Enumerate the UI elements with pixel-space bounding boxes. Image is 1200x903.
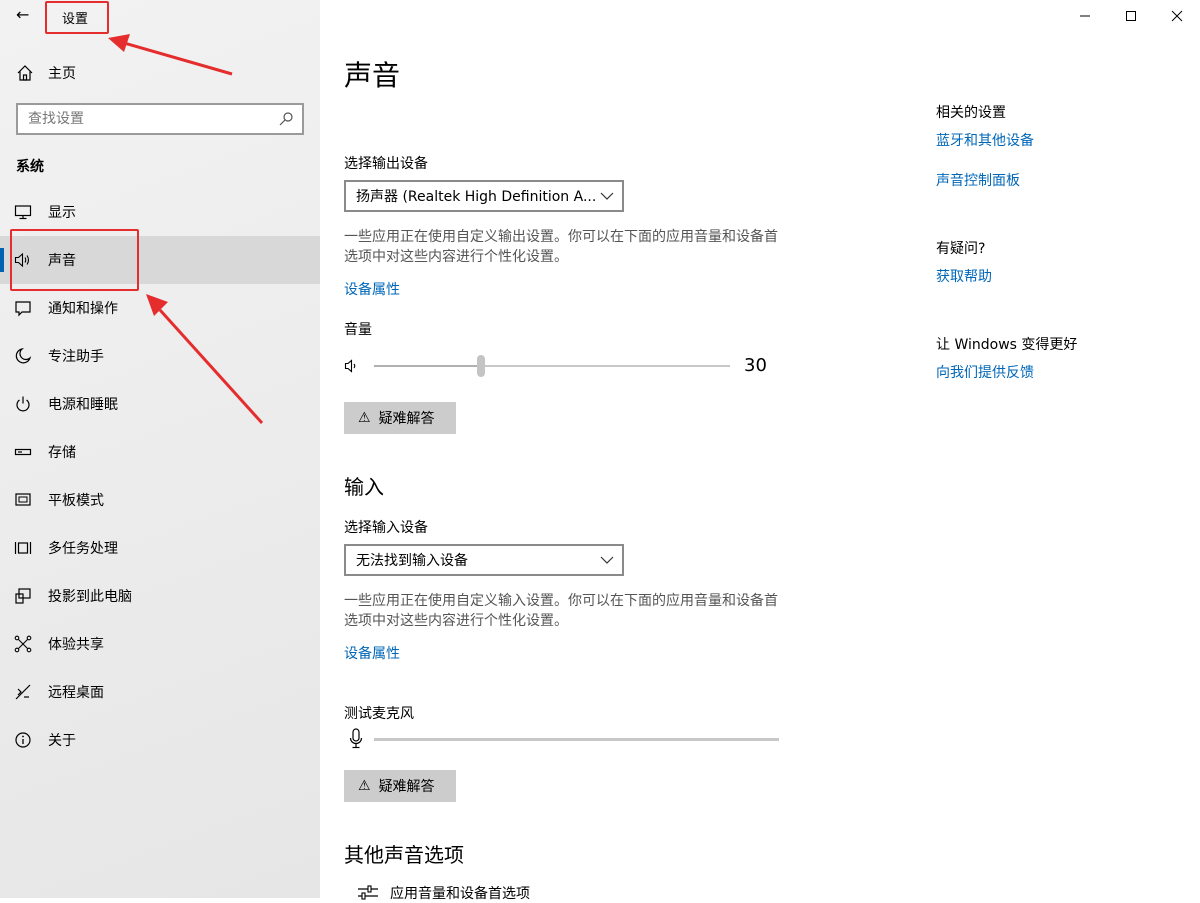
page-title: 声音 [344, 59, 401, 92]
home-link[interactable]: 主页 [16, 62, 76, 84]
warning-icon: ⚠ [358, 778, 371, 794]
sound-control-panel-link[interactable]: 声音控制面板 [936, 170, 1020, 190]
speaker-icon[interactable] [344, 358, 360, 374]
sidebar: ← 设置 主页 系统 显示 [0, 0, 320, 898]
maximize-icon [1126, 11, 1136, 21]
questions-heading: 有疑问? [936, 241, 986, 257]
input-device-value: 无法找到输入设备 [356, 553, 468, 569]
section-heading-system: 系统 [16, 159, 44, 175]
chevron-down-icon [600, 192, 614, 200]
minimize-icon [1080, 15, 1090, 17]
sidebar-item-tablet-mode[interactable]: 平板模式 [0, 476, 320, 524]
input-device-label: 选择输入设备 [344, 520, 428, 536]
mixer-icon [358, 885, 378, 900]
annotation-box-sound [10, 229, 139, 291]
sidebar-item-about[interactable]: 关于 [0, 716, 320, 764]
volume-control: 30 [344, 352, 774, 380]
troubleshoot-label: 疑难解答 [378, 779, 435, 795]
volume-value: 30 [744, 355, 767, 376]
volume-label: 音量 [344, 322, 372, 338]
input-description: 一些应用正在使用自定义输入设置。你可以在下面的应用音量和设备首选项中对这些内容进… [344, 593, 778, 629]
close-button[interactable] [1154, 0, 1200, 32]
storage-icon [14, 448, 32, 456]
related-settings-heading: 相关的设置 [936, 105, 1006, 121]
volume-slider-thumb[interactable] [476, 355, 485, 377]
notification-icon [15, 301, 31, 317]
output-device-dropdown[interactable]: 扬声器 (Realtek High Definition A... [344, 180, 624, 212]
annotation-box-title [45, 1, 109, 34]
mic-level-bar [374, 738, 779, 741]
input-troubleshoot-button[interactable]: ⚠ 疑难解答 [344, 770, 456, 802]
search-icon[interactable] [278, 111, 294, 127]
sidebar-item-label: 电源和睡眠 [48, 397, 118, 413]
project-icon [15, 588, 31, 604]
output-device-value: 扬声器 (Realtek High Definition A... [356, 189, 597, 205]
give-feedback-link[interactable]: 向我们提供反馈 [936, 362, 1034, 382]
app-volume-preferences-label: 应用音量和设备首选项 [390, 886, 530, 902]
mic-level-meter [344, 728, 784, 754]
sidebar-item-label: 通知和操作 [48, 301, 118, 317]
get-help-link[interactable]: 获取帮助 [936, 266, 992, 286]
sidebar-item-label: 投影到此电脑 [48, 589, 132, 605]
remote-icon [15, 684, 31, 700]
sidebar-item-shared-experiences[interactable]: 体验共享 [0, 620, 320, 668]
minimize-button[interactable] [1062, 0, 1108, 32]
microphone-icon [349, 728, 363, 749]
sidebar-item-label: 远程桌面 [48, 685, 104, 701]
home-icon [17, 65, 33, 81]
maximize-button[interactable] [1108, 0, 1154, 32]
sidebar-item-label: 显示 [48, 205, 76, 221]
input-heading: 输入 [344, 475, 384, 499]
sidebar-item-label: 多任务处理 [48, 541, 118, 557]
bluetooth-devices-link[interactable]: 蓝牙和其他设备 [936, 130, 1034, 150]
other-sound-options-heading: 其他声音选项 [344, 843, 464, 867]
home-label: 主页 [48, 66, 76, 82]
sidebar-item-project-to-pc[interactable]: 投影到此电脑 [0, 572, 320, 620]
sidebar-item-label: 存储 [48, 445, 76, 461]
info-icon [15, 732, 31, 748]
output-troubleshoot-button[interactable]: ⚠ 疑难解答 [344, 402, 456, 434]
sidebar-item-power[interactable]: 电源和睡眠 [0, 380, 320, 428]
improve-windows-heading: 让 Windows 变得更好 [936, 337, 1078, 353]
sidebar-item-label: 平板模式 [48, 493, 104, 509]
search-box[interactable] [16, 103, 304, 135]
power-icon [16, 396, 30, 412]
moon-icon [15, 347, 32, 364]
troubleshoot-label: 疑难解答 [378, 411, 435, 427]
window-controls [1062, 0, 1200, 32]
tablet-icon [15, 493, 31, 506]
volume-slider[interactable] [374, 355, 730, 377]
share-icon [14, 635, 32, 653]
sidebar-item-storage[interactable]: 存储 [0, 428, 320, 476]
chevron-down-icon [600, 556, 614, 564]
volume-fill [374, 365, 481, 367]
app-volume-preferences-item[interactable]: 应用音量和设备首选项 [356, 883, 530, 903]
sidebar-item-multitasking[interactable]: 多任务处理 [0, 524, 320, 572]
sidebar-item-notifications[interactable]: 通知和操作 [0, 284, 320, 332]
output-device-label: 选择输出设备 [344, 156, 428, 172]
input-device-dropdown[interactable]: 无法找到输入设备 [344, 544, 624, 576]
mic-test-label: 测试麦克风 [344, 706, 414, 722]
warning-icon: ⚠ [358, 410, 371, 426]
search-input[interactable] [18, 111, 278, 127]
multitask-icon [14, 542, 32, 554]
sidebar-item-label: 专注助手 [48, 349, 104, 365]
input-device-properties-link[interactable]: 设备属性 [344, 643, 400, 663]
sidebar-item-remote-desktop[interactable]: 远程桌面 [0, 668, 320, 716]
back-arrow-icon[interactable]: ← [16, 5, 29, 24]
sidebar-item-focus-assist[interactable]: 专注助手 [0, 332, 320, 380]
sidebar-item-label: 体验共享 [48, 637, 104, 653]
display-icon [14, 205, 32, 220]
main-content: 声音 选择输出设备 扬声器 (Realtek High Definition A… [320, 0, 1200, 902]
output-device-properties-link[interactable]: 设备属性 [344, 279, 400, 299]
output-description: 一些应用正在使用自定义输出设置。你可以在下面的应用音量和设备首选项中对这些内容进… [344, 229, 778, 265]
sidebar-item-label: 关于 [48, 733, 76, 749]
close-icon [1171, 10, 1183, 22]
